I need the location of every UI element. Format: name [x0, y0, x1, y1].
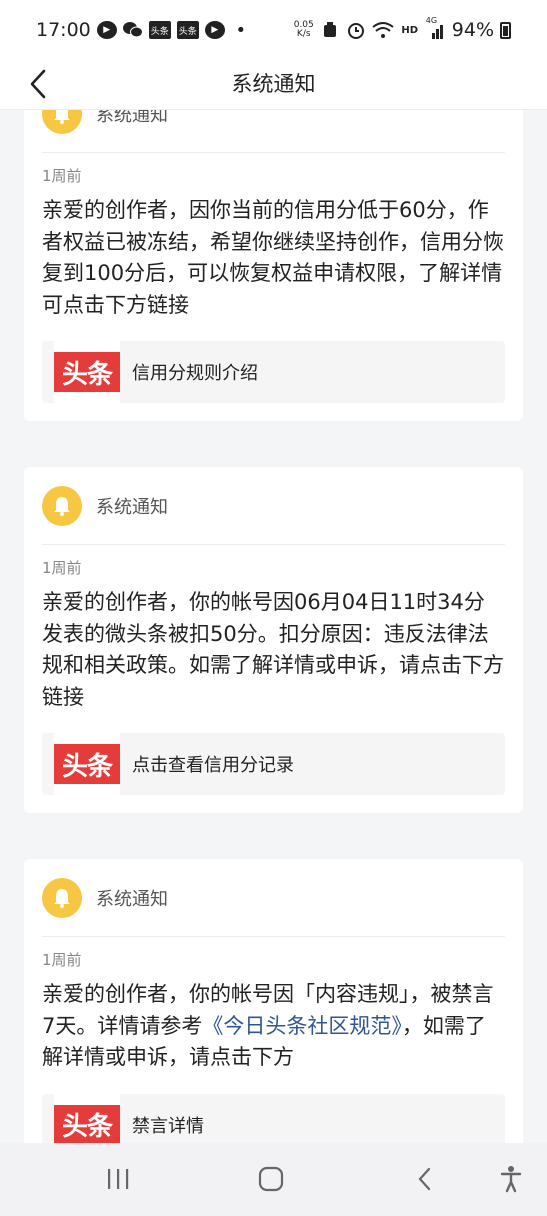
- card-time: 1周前: [42, 951, 82, 969]
- status-dot: •: [235, 19, 247, 41]
- battery-percent: 94%: [451, 19, 494, 41]
- notification-list[interactable]: 系统通知 1周前 亲爱的创作者，因你当前的信用分低于60分，作者权益已被冻结，希…: [0, 110, 547, 1143]
- link-box[interactable]: 头条 信用分规则介绍: [42, 341, 505, 403]
- alarm-icon: [346, 20, 366, 40]
- home-icon: [258, 1166, 284, 1192]
- recycle-icon: [320, 20, 340, 40]
- status-left: 17:00 ▶ 头条 头条 ▶ •: [36, 19, 251, 41]
- hd-label: HD: [401, 24, 419, 36]
- wechat-icon: [122, 20, 143, 40]
- status-right: 0.05 K/s HD 4G 94%: [293, 16, 511, 41]
- wifi-icon: [372, 20, 394, 40]
- system-back-button[interactable]: [405, 1161, 445, 1197]
- notification-card: 系统通知 1周前 亲爱的创作者，你的帐号因06月04日11时34分发表的微头条被…: [24, 467, 523, 813]
- toutiao-badge-icon: 头条: [176, 21, 199, 39]
- card-body: 亲爱的创作者，因你当前的信用分低于60分，作者权益已被冻结，希望你继续坚持创作，…: [42, 198, 504, 317]
- link-label: 禁言详情: [132, 1115, 204, 1137]
- notification-card: 系统通知 1周前 亲爱的创作者，因你当前的信用分低于60分，作者权益已被冻结，希…: [24, 110, 523, 421]
- battery-icon: [500, 21, 511, 39]
- card-header: 系统通知: [42, 859, 505, 937]
- play-icon: ▶: [204, 21, 225, 39]
- community-rules-link[interactable]: 《今日头条社区规范》: [202, 1014, 402, 1038]
- card-sender: 系统通知: [96, 888, 168, 910]
- notification-card: 系统通知 1周前 亲爱的创作者，你的帐号因「内容违规」，被禁言7天。详情请参考《…: [24, 859, 523, 1143]
- toutiao-badge-icon: 头条: [148, 21, 171, 39]
- system-nav-bar: [0, 1143, 547, 1216]
- card-body: 亲爱的创作者，你的帐号因06月04日11时34分发表的微头条被扣50分。扣分原因…: [42, 590, 504, 709]
- link-label: 点击查看信用分记录: [132, 755, 294, 776]
- recent-apps-button[interactable]: [98, 1161, 138, 1197]
- card-time: 1周前: [42, 559, 82, 577]
- status-bar: 17:00 ▶ 头条 头条 ▶ • 0.05 K/s HD 4G 94%: [0, 0, 547, 60]
- bell-icon: [42, 110, 82, 134]
- play-icon: ▶: [96, 21, 117, 39]
- accessibility-button[interactable]: [491, 1161, 531, 1197]
- toutiao-logo: 头条: [54, 733, 120, 795]
- card-sender: 系统通知: [96, 110, 168, 126]
- chevron-left-icon: [418, 1167, 431, 1191]
- link-box[interactable]: 头条 点击查看信用分记录: [42, 733, 505, 795]
- link-label: 信用分规则介绍: [132, 363, 258, 384]
- status-time: 17:00: [36, 19, 91, 41]
- card-body: 亲爱的创作者，你的帐号因「内容违规」，被禁言7天。详情请参考《今日头条社区规范》…: [42, 982, 494, 1069]
- bell-icon: [42, 485, 82, 526]
- page-title: 系统通知: [231, 72, 316, 96]
- bell-icon: [42, 877, 82, 918]
- accessibility-icon: [500, 1166, 522, 1193]
- link-box[interactable]: 头条 禁言详情: [42, 1093, 505, 1143]
- net-speed: 0.05 K/s: [293, 20, 314, 39]
- signal-icon: 4G: [426, 16, 446, 40]
- card-time: 1周前: [42, 167, 82, 185]
- toutiao-logo: 头条: [54, 341, 120, 403]
- card-sender: 系统通知: [96, 496, 168, 518]
- card-header: 系统通知: [42, 467, 505, 545]
- recent-apps-icon: [108, 1169, 129, 1189]
- card-header: 系统通知: [42, 110, 505, 153]
- nav-bar: 系统通知: [0, 60, 547, 110]
- toutiao-logo: 头条: [54, 1093, 120, 1143]
- home-button[interactable]: [251, 1161, 291, 1197]
